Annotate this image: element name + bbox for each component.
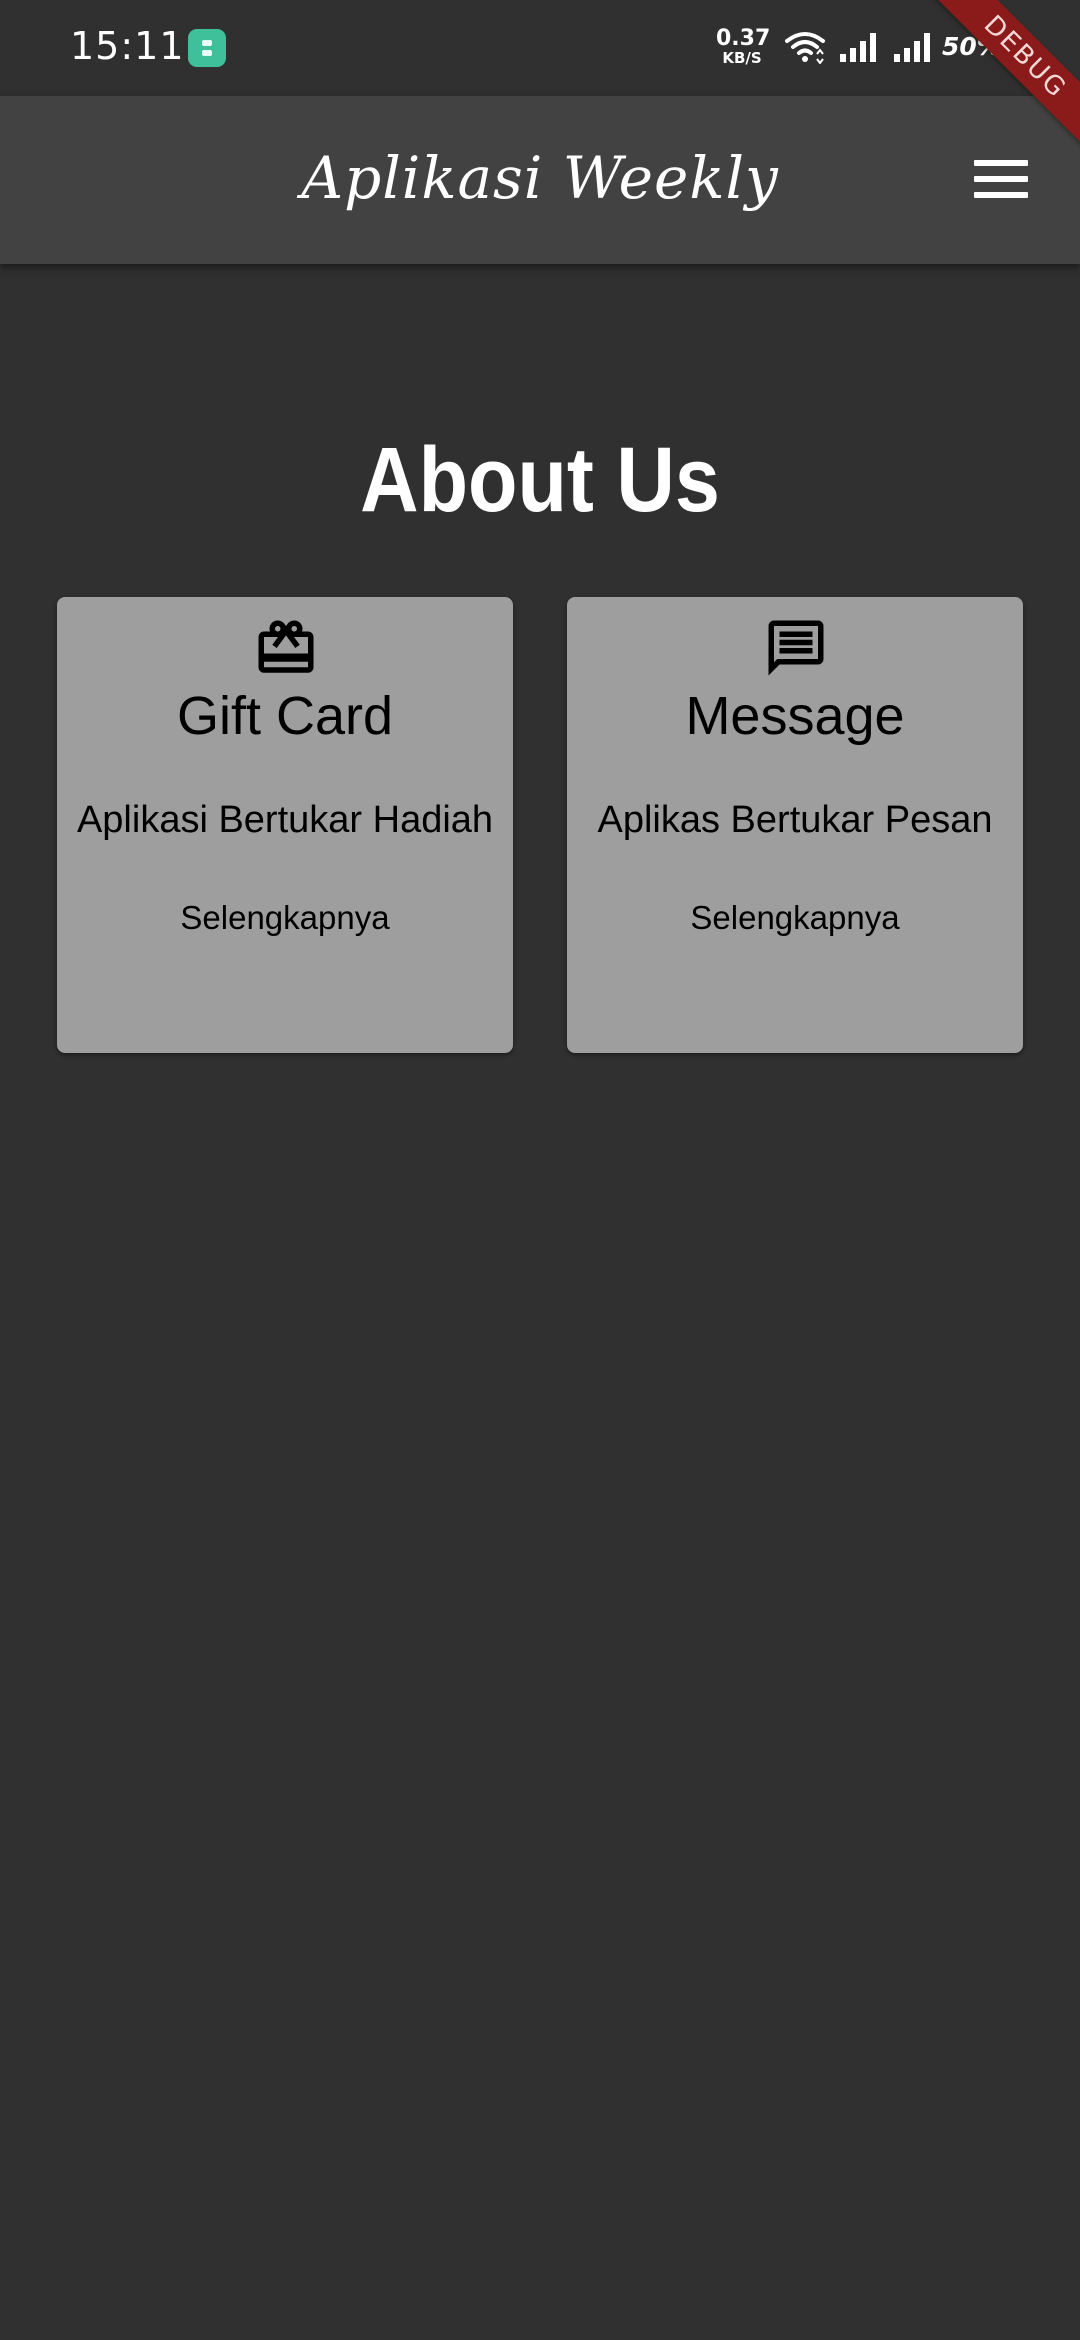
page-title: About Us xyxy=(360,429,720,531)
network-speed-value: 0.37 xyxy=(716,26,771,51)
wifi-icon xyxy=(785,32,825,64)
network-speed-unit: KB/S xyxy=(722,49,762,67)
selengkapnya-link[interactable]: Selengkapnya xyxy=(57,899,513,937)
signal-icon xyxy=(840,33,876,62)
gift-card-card[interactable]: Gift Card Aplikasi Bertukar Hadiah Selen… xyxy=(57,597,513,1053)
hamburger-menu-icon[interactable] xyxy=(970,156,1034,204)
card-description: Aplikasi Bertukar Hadiah xyxy=(76,799,494,841)
signal-icon-secondary xyxy=(894,33,930,62)
network-speed: 0.37 KB/S xyxy=(716,26,771,67)
screen: 15:11 0.37 KB/S 50% DEBUG Aplikasi Weekl… xyxy=(0,0,1080,2340)
app-title: Aplikasi Weekly xyxy=(301,144,779,212)
message-card[interactable]: Message Aplikas Bertukar Pesan Selengkap… xyxy=(567,597,1023,1053)
card-title: Message xyxy=(685,686,905,746)
selengkapnya-link[interactable]: Selengkapnya xyxy=(567,899,1023,937)
card-description: Aplikas Bertukar Pesan xyxy=(597,799,993,841)
status-time: 15:11 xyxy=(70,24,185,68)
app-bar: Aplikasi Weekly xyxy=(0,96,1080,264)
card-giftcard-icon xyxy=(258,620,314,673)
notification-app-icon xyxy=(188,29,226,67)
card-title: Gift Card xyxy=(176,686,394,746)
status-bar: 15:11 0.37 KB/S 50% xyxy=(0,0,1080,96)
message-icon xyxy=(768,620,824,676)
